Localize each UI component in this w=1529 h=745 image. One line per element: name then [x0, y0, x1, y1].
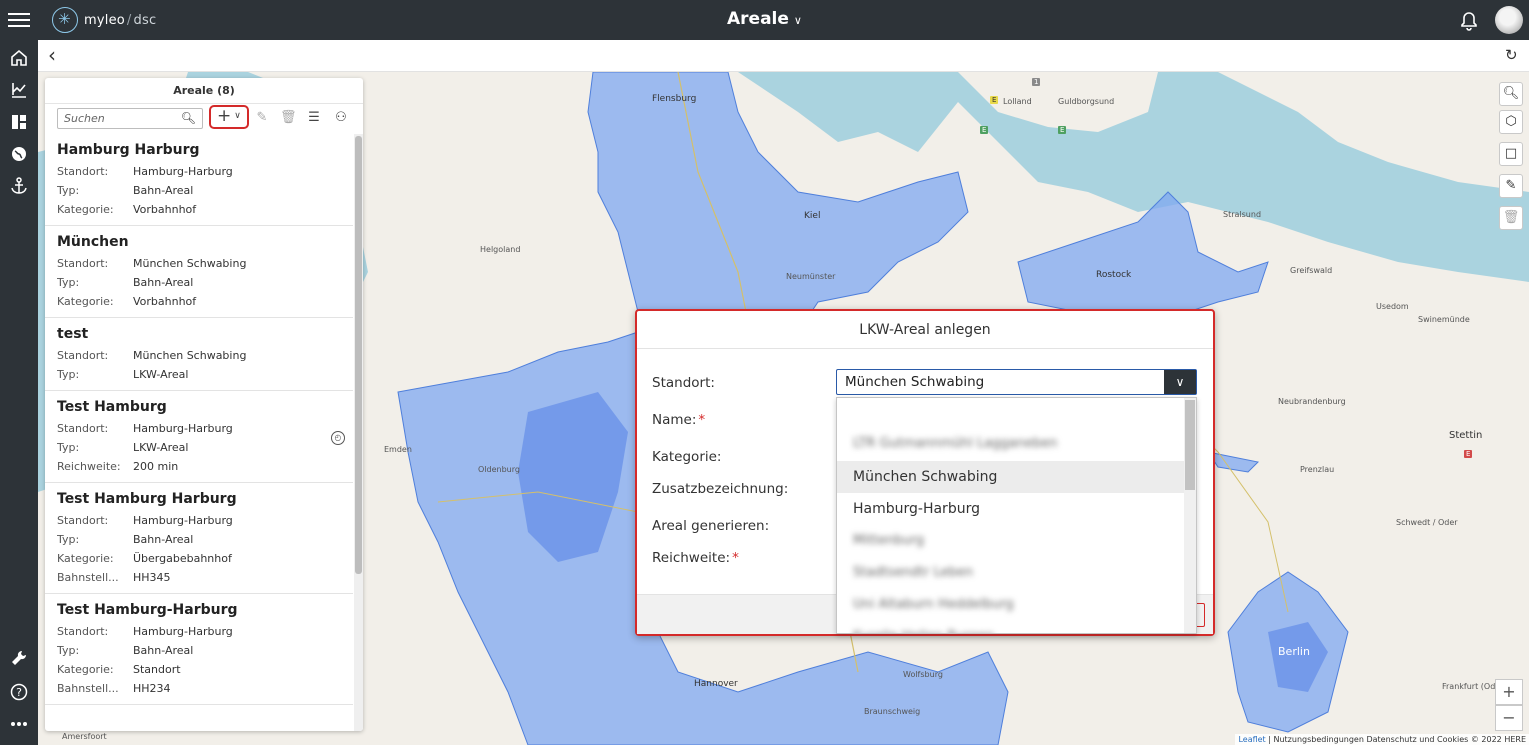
- globe-icon[interactable]: [9, 144, 29, 164]
- standort-dropdown: LTR Gutmannmühl Lagganeben München Schwa…: [836, 397, 1197, 634]
- back-arrow-icon[interactable]: ‹: [48, 45, 66, 66]
- bell-icon[interactable]: [1459, 11, 1479, 31]
- chevron-down-icon: ∨: [234, 111, 241, 121]
- panel-toolbar: 🔍︎ +∨ ✎ 🗑︎ ☰ ⚇: [45, 104, 363, 134]
- help-icon[interactable]: ?: [9, 682, 29, 702]
- edit-icon[interactable]: ✎: [1499, 174, 1523, 198]
- chevron-down-icon: ∨: [793, 14, 802, 27]
- dropdown-option[interactable]: Stadtsendtr Leben: [837, 557, 1184, 589]
- draw-polygon-icon[interactable]: ⬡: [1499, 110, 1523, 134]
- map-search-icon[interactable]: 🔍︎: [1499, 82, 1523, 106]
- map-label-berlin: Berlin: [1278, 645, 1310, 658]
- list-item[interactable]: Test Hamburg-Harburg Standort: Hamburg-Ha…: [45, 594, 353, 705]
- map-label-lolland: Lolland: [1003, 97, 1032, 106]
- anchor-icon[interactable]: [9, 176, 29, 196]
- map-label-swinemunde: Swinemünde: [1418, 315, 1470, 324]
- leaflet-link[interactable]: Leaflet: [1238, 735, 1265, 744]
- map-label-stralsund: Stralsund: [1223, 210, 1262, 219]
- list-item[interactable]: Test Hamburg Standort: Hamburg-Harburg Ty…: [45, 391, 353, 483]
- standort-label: Standort:: [652, 375, 715, 391]
- dropdown-option[interactable]: München Schwabing: [837, 461, 1184, 493]
- map-label-guldborgsund: Guldborgsund: [1058, 97, 1115, 106]
- edit-icon[interactable]: ✎: [254, 110, 270, 125]
- map-label-rostock: Rostock: [1096, 270, 1132, 280]
- road-marker: E: [990, 96, 999, 104]
- search-icon[interactable]: 🔍︎: [181, 111, 196, 125]
- areale-panel: Areale (8) 🔍︎ +∨ ✎ 🗑︎ ☰ ⚇ Hamburg Harbur…: [45, 78, 363, 731]
- zusatzbezeichnung-label: Zusatzbezeichnung:: [652, 481, 789, 497]
- search-input[interactable]: [58, 109, 176, 128]
- map-label-prenzlau: Prenzlau: [1300, 465, 1335, 474]
- map-label-schwedt: Schwedt / Oder: [1396, 518, 1458, 527]
- dropdown-scrollbar[interactable]: [1184, 398, 1196, 633]
- left-nav: ?: [0, 40, 38, 745]
- map-label-hannover: Hannover: [694, 679, 738, 689]
- svg-text:?: ?: [16, 686, 22, 699]
- road-marker: E: [1058, 126, 1067, 134]
- kategorie-label: Kategorie:: [652, 449, 722, 465]
- map-label-helgoland: Helgoland: [480, 245, 521, 254]
- dropdown-option[interactable]: Mittenburg: [837, 525, 1184, 557]
- draw-rectangle-icon[interactable]: □: [1499, 142, 1523, 166]
- map-label-neumunster: Neumünster: [786, 272, 836, 281]
- zoom-in-button[interactable]: +: [1495, 679, 1523, 705]
- map-label-emden: Emden: [384, 445, 412, 454]
- dropdown-option[interactable]: Kuralle Hellen Burgen: [837, 621, 1184, 633]
- home-icon[interactable]: [9, 48, 29, 68]
- dashboard-icon[interactable]: [9, 112, 29, 132]
- road-marker: E: [980, 126, 989, 134]
- map-attribution: Leaflet | Nutzungsbedingungen Datenschut…: [1235, 734, 1529, 745]
- reichweite-label: Reichweite: *: [652, 550, 739, 566]
- dropdown-option[interactable]: Uni Altaburn Heddelburg: [837, 589, 1184, 621]
- list-item[interactable]: test Standort: München Schwabing Typ: LKW-…: [45, 318, 353, 391]
- map-label-neubrandenburg: Neubrandenburg: [1278, 397, 1346, 406]
- scrollbar-thumb[interactable]: [355, 136, 362, 574]
- scrollbar-thumb[interactable]: [1185, 400, 1195, 490]
- zoom-out-button[interactable]: −: [1495, 705, 1523, 731]
- chevron-down-icon[interactable]: ∨: [1164, 370, 1196, 394]
- map-label-kiel: Kiel: [804, 211, 821, 221]
- list-icon[interactable]: ☰: [306, 110, 322, 125]
- search-box: 🔍︎: [57, 108, 203, 129]
- road-marker: E: [1464, 450, 1473, 458]
- settings-nodes-icon[interactable]: ⚇: [333, 110, 349, 125]
- map-label-oldenburg: Oldenburg: [478, 465, 520, 474]
- create-lkw-areal-dialog: LKW-Areal anlegen Standort: Name: * Kateg…: [635, 309, 1215, 636]
- list-item[interactable]: Hamburg Harburg Standort: Hamburg-Harburg…: [45, 134, 353, 226]
- areale-list: Hamburg Harburg Standort: Hamburg-Harburg…: [45, 134, 353, 731]
- map-label-usedom: Usedom: [1376, 302, 1409, 311]
- map-label-wolfsburg: Wolfsburg: [903, 670, 943, 679]
- areal-generieren-label: Areal generieren:: [652, 518, 770, 534]
- name-label: Name: *: [652, 412, 706, 428]
- avatar[interactable]: [1495, 6, 1523, 34]
- map-label-greifswald: Greifswald: [1290, 266, 1333, 275]
- list-item[interactable]: Test Hamburg Harburg Standort: Hamburg-Ha…: [45, 483, 353, 594]
- wrench-icon[interactable]: [9, 648, 29, 668]
- page-title[interactable]: Areale ∨: [0, 9, 1529, 29]
- more-icon[interactable]: [9, 714, 29, 734]
- road-marker: 1: [1032, 78, 1041, 86]
- list-scrollbar[interactable]: [354, 134, 363, 731]
- map-label-stettin: Stettin: [1449, 430, 1483, 441]
- refresh-icon[interactable]: ↻: [1505, 46, 1523, 64]
- standort-select[interactable]: München Schwabing ∨: [836, 369, 1197, 395]
- dialog-title: LKW-Areal anlegen: [637, 311, 1213, 349]
- plus-icon: +: [217, 106, 232, 126]
- map-label-braunschweig: Braunschweig: [864, 707, 921, 716]
- list-item[interactable]: München Standort: München Schwabing Typ: B…: [45, 226, 353, 318]
- add-button[interactable]: + ∨: [209, 105, 249, 129]
- map-label-amersfoort: Amersfoort: [62, 732, 107, 741]
- map-route-icon[interactable]: [9, 80, 29, 100]
- dropdown-option[interactable]: LTR Gutmannmühl Lagganeben: [837, 428, 1184, 460]
- delete-icon[interactable]: 🗑︎: [280, 110, 297, 125]
- map-label-flensburg: Flensburg: [652, 94, 697, 104]
- panel-title: Areale (8): [45, 78, 363, 104]
- dropdown-option[interactable]: Hamburg-Harburg: [837, 493, 1184, 525]
- clock-icon: ◴: [331, 431, 345, 445]
- sub-header: ‹ ↻: [38, 40, 1529, 72]
- delete-icon[interactable]: 🗑︎: [1499, 206, 1523, 230]
- top-bar: myleo/dsc Areale∨: [0, 0, 1529, 40]
